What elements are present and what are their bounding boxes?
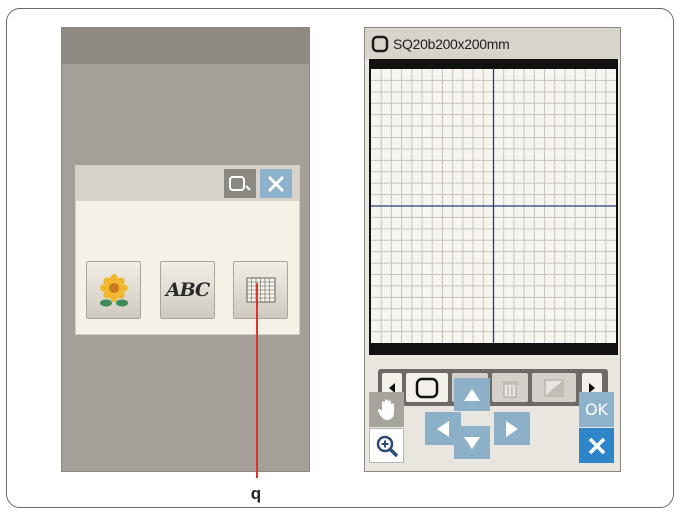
- hand-icon: [377, 399, 394, 420]
- hoop-area: [369, 59, 618, 355]
- title-bar: SQ20b200x200mm: [365, 28, 620, 59]
- design-category-dialog: ABC: [75, 165, 300, 335]
- arrow-right-icon: [506, 420, 518, 437]
- move-up-button[interactable]: [454, 378, 490, 411]
- move-down-button[interactable]: [454, 426, 490, 459]
- monogramming-button[interactable]: ABC: [160, 261, 215, 319]
- arrow-down-icon: [464, 436, 480, 449]
- callout-label: q: [250, 484, 262, 503]
- rounded-square-icon: [371, 35, 389, 52]
- delete-icon: [502, 380, 518, 397]
- hoop-select-button[interactable]: [406, 373, 448, 402]
- close-icon: [267, 175, 285, 192]
- callout-line: [256, 283, 258, 478]
- arrow-up-icon: [464, 388, 480, 401]
- rotate-icon: [544, 379, 564, 396]
- frame-select-icon: [229, 175, 251, 191]
- grid-canvas: [371, 69, 616, 343]
- hoop-size-title: SQ20b200x200mm: [393, 35, 510, 52]
- close-icon: [588, 437, 605, 454]
- ok-label: OK: [584, 400, 609, 419]
- arrow-left-icon: [437, 420, 449, 437]
- hand-button[interactable]: [369, 392, 404, 427]
- zoom-button[interactable]: [369, 428, 404, 463]
- flower-icon: [99, 274, 128, 307]
- hoop-preview-screen: SQ20b200x200mm OK: [364, 27, 621, 472]
- edit-toolbar: [378, 369, 608, 406]
- dialog-close-button[interactable]: [260, 169, 292, 198]
- category-screen: ABC: [61, 27, 310, 472]
- close-button[interactable]: [579, 428, 614, 463]
- zoom-in-icon: [376, 435, 398, 457]
- delete-button[interactable]: [492, 373, 528, 402]
- ok-button[interactable]: OK: [579, 392, 614, 427]
- built-in-designs-button[interactable]: [86, 261, 141, 319]
- grid-template-button[interactable]: [233, 261, 288, 319]
- move-right-button[interactable]: [494, 412, 530, 445]
- rotate-button[interactable]: [532, 373, 576, 402]
- frame-select-button[interactable]: [224, 169, 256, 198]
- top-bar: [62, 28, 309, 64]
- grid-icon: [245, 277, 276, 303]
- hoop-select-icon: [415, 377, 439, 398]
- monogram-label: ABC: [165, 279, 210, 301]
